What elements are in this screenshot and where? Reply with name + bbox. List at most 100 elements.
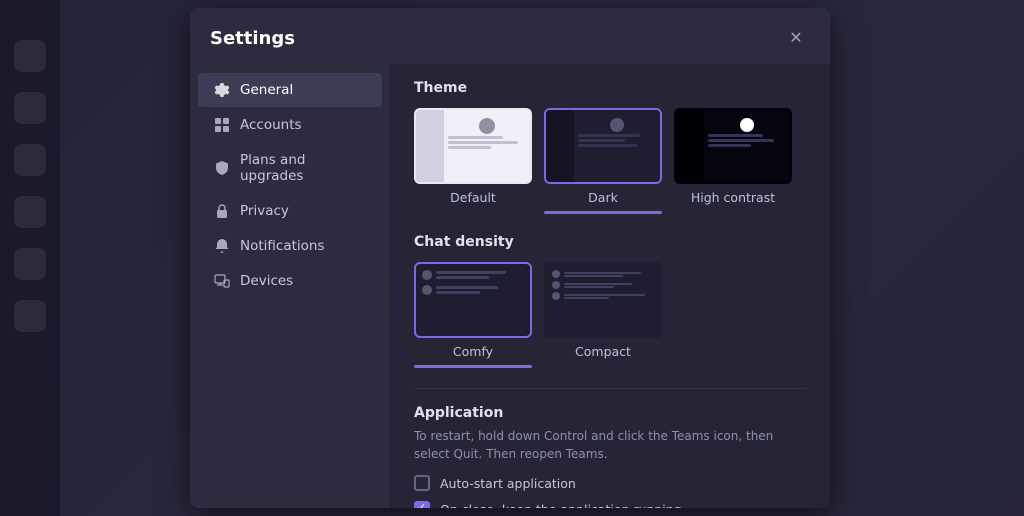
compact-row [552,270,654,278]
compact-row [552,281,654,289]
nav-label-privacy: Privacy [240,203,289,219]
nav-item-devices[interactable]: Devices [198,264,382,298]
theme-option-high-contrast[interactable]: High contrast [674,108,792,214]
close-button[interactable]: ✕ [782,24,810,52]
bg-icon-5 [14,248,46,280]
preview-line [578,139,625,142]
density-heading: Chat density [414,234,806,250]
preview-dark-content [574,110,660,182]
theme-option-default[interactable]: Default [414,108,532,214]
preview-hc-sidebar [676,110,704,182]
density-lines [436,271,524,279]
theme-label-high-contrast: High contrast [691,190,775,205]
preview-line [708,139,774,142]
compact-dot [552,270,560,278]
theme-grid: Default Dark [414,108,806,214]
theme-selected-indicator [544,211,662,214]
checkbox-keeprunning[interactable] [414,501,430,508]
nav-item-privacy[interactable]: Privacy [198,194,382,228]
preview-default-sidebar [416,110,444,182]
settings-modal: Settings ✕ General Accounts [190,8,830,508]
density-label-compact: Compact [575,344,631,359]
nav-label-plans: Plans and upgrades [240,152,366,184]
density-label-comfy: Comfy [453,344,493,359]
preview-default-content [444,110,530,182]
density-line [436,286,498,289]
density-preview-comfy [414,262,532,338]
density-lines [436,286,524,294]
grid-icon [214,117,230,133]
preview-line [448,146,491,149]
settings-content: Theme D [390,64,830,508]
nav-item-notifications[interactable]: Notifications [198,229,382,263]
density-option-comfy[interactable]: Comfy [414,262,532,368]
nav-label-general: General [240,82,293,98]
preview-line [708,144,751,147]
modal-body: General Accounts Plans and upgrades [190,64,830,508]
theme-preview-hc [674,108,792,184]
compact-dot [552,281,560,289]
nav-label-accounts: Accounts [240,117,302,133]
density-dot [422,285,432,295]
theme-label-default: Default [450,190,496,205]
preview-line [708,134,763,137]
preview-default-avatar [479,118,495,134]
density-selected-indicator [414,365,532,368]
devices-icon [214,273,230,289]
density-option-compact[interactable]: Compact [544,262,662,368]
density-line [436,276,489,279]
compact-line [564,297,609,299]
compact-dot [552,292,560,300]
preview-line [578,144,637,147]
density-grid: Comfy [414,262,806,368]
preview-dark-sidebar [546,110,574,182]
preview-line [448,141,518,144]
checkbox-row-autostart: Auto-start application [414,475,806,491]
lock-icon [214,203,230,219]
theme-preview-default [414,108,532,184]
modal-header: Settings ✕ [190,8,830,64]
preview-default-lines [448,136,526,149]
bg-icon-3 [14,144,46,176]
preview-line [448,136,503,139]
theme-label-dark: Dark [588,190,618,205]
checkbox-label-autostart: Auto-start application [440,476,576,491]
compact-line [564,275,623,277]
compact-line [564,283,632,285]
compact-line [564,286,614,288]
preview-line [578,134,640,137]
nav-item-general[interactable]: General [198,73,382,107]
checkbox-row-keeprunning: On close, keep the application running [414,501,806,508]
compact-row [552,292,654,300]
nav-item-accounts[interactable]: Accounts [198,108,382,142]
preview-hc-avatar [740,118,754,132]
section-divider [414,388,806,389]
preview-dark-avatar [610,118,624,132]
theme-heading: Theme [414,80,806,96]
density-row [422,270,524,280]
bg-icon-6 [14,300,46,332]
theme-preview-dark [544,108,662,184]
theme-option-dark[interactable]: Dark [544,108,662,214]
bg-icon-1 [14,40,46,72]
density-line [436,291,480,294]
density-line [436,271,506,274]
gear-icon [214,82,230,98]
nav-label-devices: Devices [240,273,293,289]
checkbox-label-keeprunning: On close, keep the application running [440,502,682,509]
density-preview-compact [544,262,662,338]
background-sidebar [0,0,60,516]
bg-icon-2 [14,92,46,124]
density-dot [422,270,432,280]
density-row [422,285,524,295]
checkbox-autostart[interactable] [414,475,430,491]
bg-icon-4 [14,196,46,228]
compact-line [564,272,641,274]
modal-title: Settings [210,28,295,49]
nav-item-plans[interactable]: Plans and upgrades [198,143,382,193]
settings-nav: General Accounts Plans and upgrades [190,64,390,508]
application-description: To restart, hold down Control and click … [414,427,806,463]
preview-hc-content [704,110,790,182]
compact-line [564,294,645,296]
nav-label-notifications: Notifications [240,238,325,254]
